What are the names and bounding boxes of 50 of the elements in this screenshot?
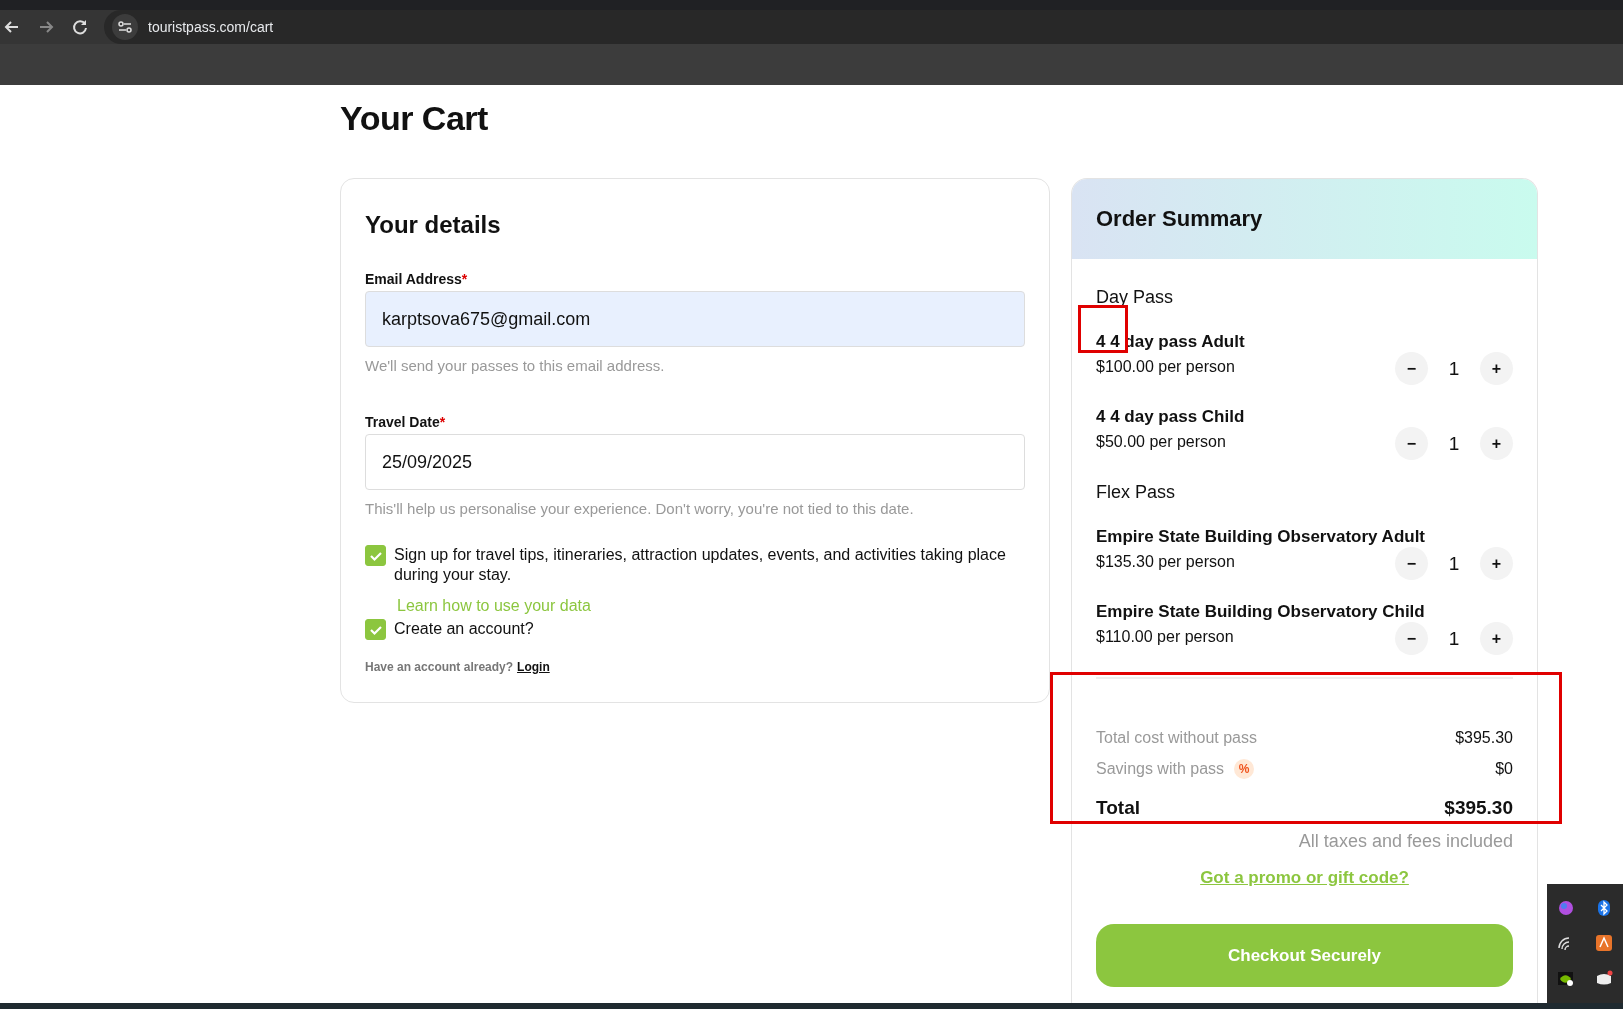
total-value: $395.30 — [1455, 729, 1513, 747]
minus-button[interactable]: − — [1395, 352, 1428, 385]
field-label: Travel Date* — [365, 414, 447, 430]
address-bar[interactable]: touristpass.com/cart — [148, 19, 274, 35]
quantity: 1 — [1448, 552, 1460, 575]
input-field[interactable]: 25/09/2025 — [365, 434, 1025, 490]
minus-button[interactable]: − — [1395, 427, 1428, 460]
quantity: 1 — [1448, 432, 1460, 455]
field-hint: This'll help us personalise your experience. Don't worry, you're not tied to this date. — [365, 500, 915, 517]
plus-button[interactable]: + — [1480, 352, 1513, 385]
minus-button[interactable]: − — [1395, 547, 1428, 580]
login-prompt: Have an account already? — [365, 660, 514, 674]
plus-button[interactable]: + — [1480, 622, 1513, 655]
item-name: Empire State Building Observatory Adult — [1096, 527, 1427, 547]
input-field[interactable]: karptsova675@gmail.com — [365, 291, 1025, 347]
total-value: $395.30 — [1444, 797, 1513, 819]
group-title: Flex Pass — [1096, 482, 1177, 503]
item-name: Empire State Building Observatory Child — [1096, 602, 1426, 622]
site-settings-icon[interactable] — [117, 19, 133, 35]
checkbox[interactable] — [365, 545, 386, 566]
checkbox-label: Sign up for travel tips, itineraries, attraction updates, events, and activities taking place during your stay. — [394, 545, 1007, 585]
plus-button[interactable]: + — [1480, 547, 1513, 580]
checkbox-label: Create an account? — [394, 619, 534, 639]
bluetooth-icon[interactable] — [1595, 898, 1613, 917]
item-price: $50.00 per person — [1096, 433, 1226, 451]
quantity: 1 — [1448, 627, 1460, 650]
item-price: $110.00 per person — [1096, 628, 1234, 646]
item-name: 4 4 day pass Child — [1096, 407, 1246, 427]
discount-badge: % — [1234, 759, 1255, 779]
highlight-box — [1078, 305, 1128, 353]
minus-button[interactable]: − — [1395, 622, 1428, 655]
plus-button[interactable]: + — [1480, 427, 1513, 460]
item-price: $100.00 per person — [1096, 358, 1235, 376]
group-title: Day Pass — [1096, 287, 1175, 308]
total-label: Total cost without pass — [1096, 729, 1257, 747]
app-icon[interactable] — [1595, 934, 1613, 953]
total-label: Total — [1096, 797, 1140, 819]
quantity: 1 — [1448, 357, 1460, 380]
total-value: $0 — [1495, 760, 1513, 778]
item-price: $135.30 per person — [1096, 553, 1235, 571]
total-label: Savings with pass — [1096, 760, 1225, 778]
field-label: Email Address* — [365, 271, 469, 287]
field-hint: We'll send your passes to this email address. — [365, 357, 666, 374]
page-title: Your Cart — [340, 99, 489, 138]
summary-header: Order Summary — [1072, 179, 1537, 259]
section-title: Your details — [365, 211, 502, 239]
reload-icon[interactable] — [70, 17, 90, 37]
taxes-note: All taxes and fees included — [1297, 831, 1513, 852]
login-link[interactable]: Login — [517, 660, 550, 674]
checkbox[interactable] — [365, 619, 386, 640]
